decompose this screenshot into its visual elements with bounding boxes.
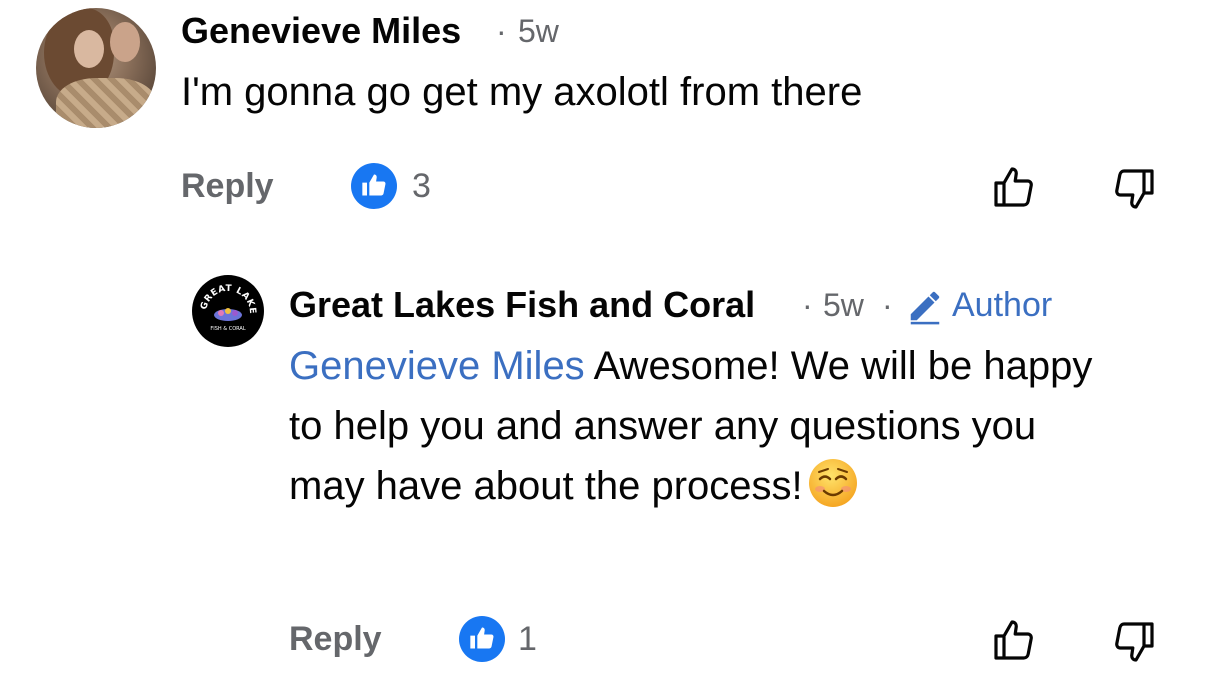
like-reaction-icon[interactable] <box>351 163 397 209</box>
comment-text: I'm gonna go get my axolotl from there <box>181 70 863 114</box>
mention-link[interactable]: Genevieve Miles <box>289 344 585 388</box>
pencil-icon <box>910 291 940 325</box>
dislike-icon[interactable] <box>1110 618 1158 666</box>
logo-text-top: GREAT LAKES <box>192 275 257 315</box>
dislike-icon[interactable] <box>1110 165 1158 213</box>
meta-separator: · <box>496 13 507 49</box>
meta-separator: · <box>882 287 893 323</box>
reply-author-name[interactable]: Great Lakes Fish and Coral <box>289 284 755 326</box>
like-icon[interactable] <box>990 163 1038 211</box>
logo-text-bottom: FISH & CORAL <box>210 326 245 332</box>
comment-timestamp[interactable]: 5w <box>518 13 559 50</box>
like-icon[interactable] <box>990 616 1038 664</box>
comment-thread: Genevieve Miles · 5w I'm gonna go get my… <box>0 0 1206 673</box>
reply-text: Genevieve Miles Awesome! We will be happ… <box>289 336 1109 516</box>
like-reaction-icon[interactable] <box>459 616 505 662</box>
reply-button[interactable]: Reply <box>289 620 382 659</box>
author-badge: Author <box>952 286 1053 324</box>
avatar[interactable] <box>36 8 156 128</box>
like-count: 3 <box>412 167 431 205</box>
page-logo-avatar[interactable]: GREAT LAKES FISH & CORAL <box>192 275 264 347</box>
svg-text:GREAT LAKES: GREAT LAKES <box>192 275 257 315</box>
meta-separator: · <box>802 287 813 323</box>
smiling-face-icon <box>808 459 857 507</box>
comment-author-name[interactable]: Genevieve Miles <box>181 10 461 52</box>
like-count: 1 <box>518 620 537 658</box>
reply-timestamp[interactable]: 5w <box>823 287 864 324</box>
reply-button[interactable]: Reply <box>181 167 274 206</box>
